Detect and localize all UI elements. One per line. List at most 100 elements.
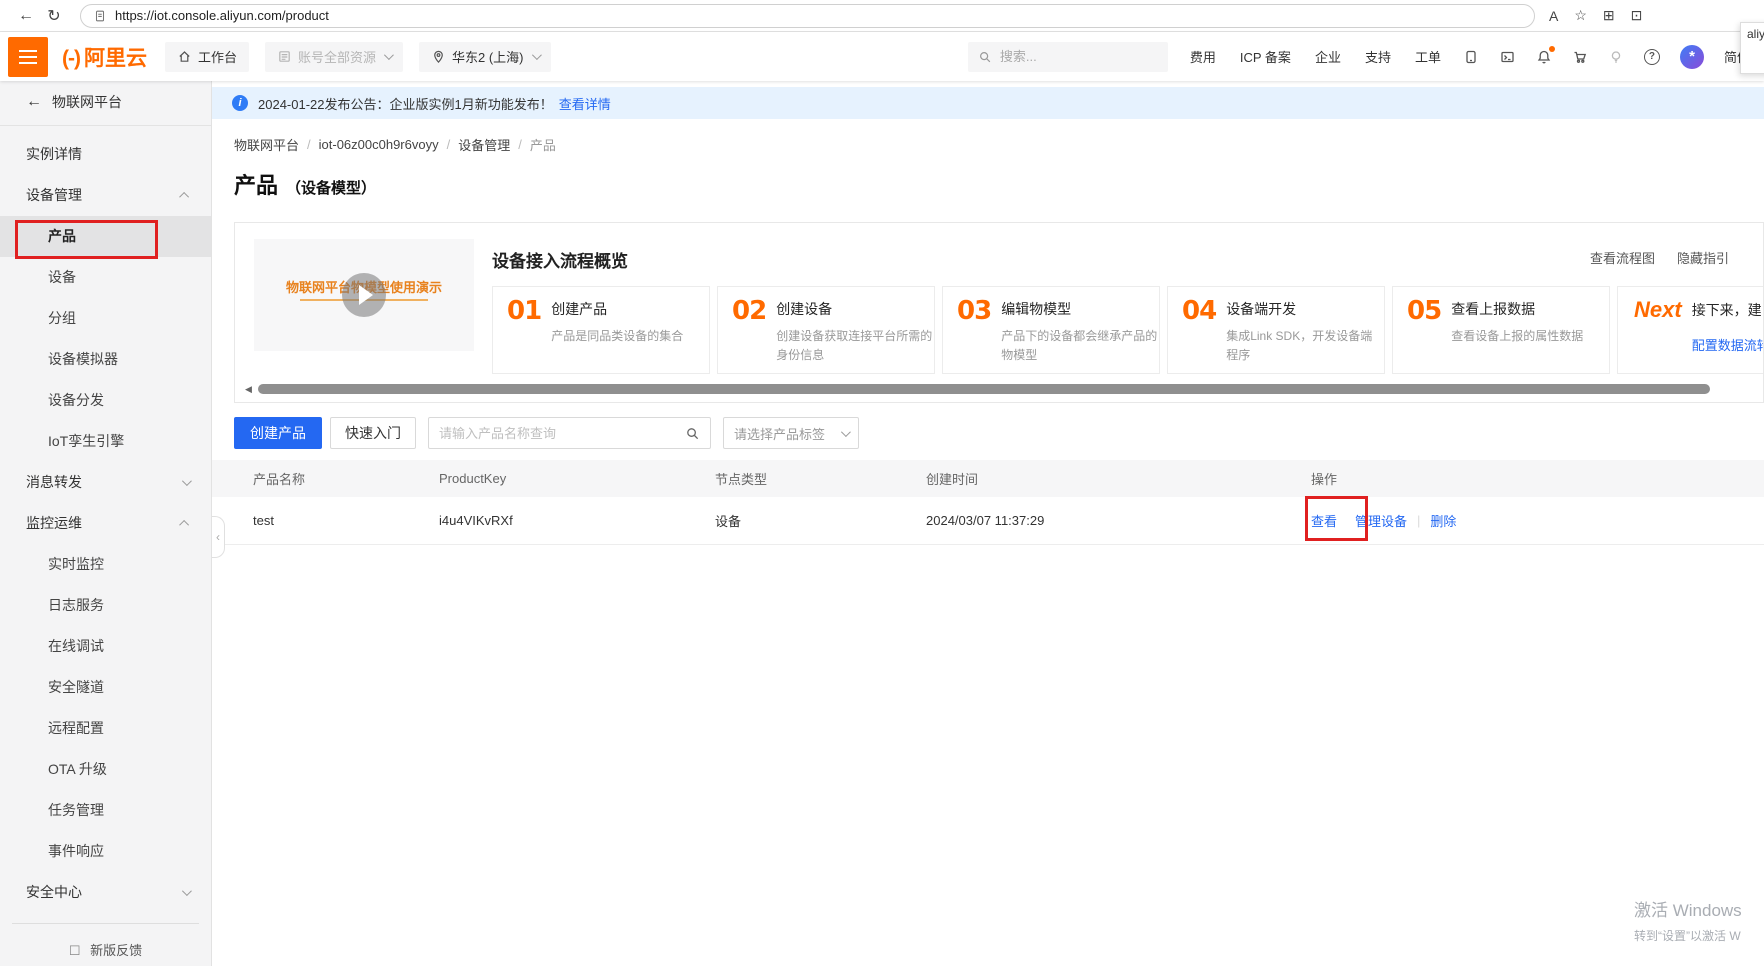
workbench-button[interactable]: 工作台 (165, 42, 249, 72)
page-root: ← ↻ https://iot.console.aliyun.com/produ… (0, 0, 1764, 966)
help-icon[interactable]: ? (1644, 49, 1660, 65)
nav-tickets[interactable]: 工单 (1415, 47, 1441, 66)
nav-icp[interactable]: ICP 备案 (1240, 47, 1291, 66)
device-access-guide-panel: 物联网平台物模型使用演示 设备接入流程概览 01 创建产品 产品是同品类设备的集… (234, 222, 1764, 403)
browser-refresh-icon[interactable]: ↻ (40, 6, 68, 26)
breadcrumb: 物联网平台 / iot-06z00c0h9r6voyy / 设备管理 / 产品 (234, 135, 1764, 154)
address-bar[interactable]: https://iot.console.aliyun.com/product (80, 4, 1535, 28)
sidebar-item-device-simulator[interactable]: 设备模拟器 (0, 339, 211, 380)
sidebar-item-iot-twin-engine[interactable]: IoT孪生引擎 (0, 421, 211, 462)
favorites-icon[interactable]: ☆ (1574, 7, 1587, 24)
sidebar-bottom-feedback[interactable]: ☐ 新版反馈 (0, 940, 211, 959)
sidebar-item-security-center[interactable]: 安全中心 (0, 872, 211, 913)
account-popup[interactable]: aliy (1740, 22, 1764, 74)
view-action-link[interactable]: 查看 (1311, 511, 1337, 530)
sidebar-item-ota-upgrade[interactable]: OTA 升级 (0, 749, 211, 790)
sidebar-item-message-forwarding[interactable]: 消息转发 (0, 462, 211, 503)
manage-devices-action-link[interactable]: 管理设备 (1355, 511, 1407, 530)
sidebar-item-remote-config[interactable]: 远程配置 (0, 708, 211, 749)
scrollbar-thumb[interactable] (258, 384, 1710, 394)
column-header-actions: 操作 (1311, 469, 1764, 488)
console-search-input[interactable] (1000, 49, 1150, 64)
cart-icon[interactable] (1572, 49, 1588, 65)
chevron-down-icon (182, 476, 192, 486)
read-aloud-icon[interactable]: A (1549, 8, 1558, 24)
account-resources-dropdown[interactable]: 账号全部资源 (265, 42, 403, 72)
guide-video-thumbnail[interactable]: 物联网平台物模型使用演示 (254, 239, 474, 351)
breadcrumb-platform[interactable]: 物联网平台 (234, 135, 299, 154)
product-search-input[interactable] (439, 426, 685, 441)
breadcrumb-current: 产品 (530, 135, 556, 154)
avatar-star-icon: * (1689, 48, 1695, 65)
banner-detail-link[interactable]: 查看详情 (559, 94, 611, 113)
hide-guide-link[interactable]: 隐藏指引 (1677, 248, 1729, 267)
create-product-button[interactable]: 创建产品 (234, 417, 322, 449)
sidebar-item-product[interactable]: 产品 (0, 216, 211, 257)
table-row: test i4u4VIKvRXf 设备 2024/03/07 11:37:29 … (212, 497, 1764, 545)
page-title: 产品 （设备模型） (234, 168, 1764, 200)
sidebar-item-realtime-monitor[interactable]: 实时监控 (0, 544, 211, 585)
avatar[interactable]: * (1680, 45, 1704, 69)
cell-product-key: i4u4VIKvRXf (439, 513, 715, 528)
breadcrumb-instance[interactable]: iot-06z00c0h9r6voyy (319, 137, 439, 152)
guide-horizontal-scrollbar[interactable]: ◀ (245, 383, 1763, 395)
nav-support[interactable]: 支持 (1365, 47, 1391, 66)
sidebar-item-monitoring-ops[interactable]: 监控运维 (0, 503, 211, 544)
region-dropdown[interactable]: 华东2 (上海) (419, 42, 551, 72)
play-icon[interactable] (342, 273, 386, 317)
notification-bell-icon[interactable] (1536, 49, 1552, 65)
product-tag-select[interactable]: 请选择产品标签 (723, 417, 859, 449)
browser-profile-icon[interactable]: ⊡ (1631, 7, 1643, 24)
browser-back-icon[interactable]: ← (12, 7, 40, 25)
aliyun-logo[interactable]: (-) 阿里云 (62, 42, 147, 72)
sidebar-item-task-management[interactable]: 任务管理 (0, 790, 211, 831)
sidebar: ← 物联网平台 实例详情 设备管理 产品 设备 分组 设备模拟器 设备分发 Io… (0, 81, 212, 966)
cell-created-time: 2024/03/07 11:37:29 (926, 513, 1311, 528)
sidebar-item-online-debug[interactable]: 在线调试 (0, 626, 211, 667)
configure-data-forwarding-link[interactable]: 配置数据流转 (1692, 335, 1764, 354)
resources-icon (277, 49, 292, 64)
lightbulb-icon[interactable] (1608, 49, 1624, 65)
nav-enterprise[interactable]: 企业 (1315, 47, 1341, 66)
sidebar-item-log-service[interactable]: 日志服务 (0, 585, 211, 626)
app-icon[interactable] (1463, 49, 1479, 65)
windows-activation-watermark: 激活 Windows 转到“设置”以激活 W (1634, 896, 1742, 944)
nav-billing[interactable]: 费用 (1190, 47, 1216, 66)
console-search[interactable] (968, 42, 1168, 72)
sidebar-item-group[interactable]: 分组 (0, 298, 211, 339)
product-search[interactable] (428, 417, 711, 449)
sidebar-item-secure-tunnel[interactable]: 安全隧道 (0, 667, 211, 708)
guide-step-view-data[interactable]: 05 查看上报数据 查看设备上报的属性数据 (1392, 286, 1610, 374)
divider (12, 923, 199, 924)
chevron-up-icon (179, 520, 189, 530)
view-flowchart-link[interactable]: 查看流程图 (1590, 248, 1655, 267)
sidebar-item-instance-details[interactable]: 实例详情 (0, 134, 211, 175)
product-table: 产品名称 ProductKey 节点类型 创建时间 操作 test i4u4VI… (212, 460, 1764, 545)
terminal-icon[interactable] (1499, 49, 1516, 65)
search-icon[interactable] (685, 426, 700, 441)
delete-action-link[interactable]: 删除 (1430, 511, 1456, 530)
guide-step-edit-thing-model[interactable]: 03 编辑物模型 产品下的设备都会继承产品的物模型 (942, 286, 1160, 374)
announcement-banner: i 2024-01-22发布公告：企业版实例1月新功能发布！ 查看详情 (212, 87, 1764, 119)
breadcrumb-device-management[interactable]: 设备管理 (458, 135, 510, 154)
menu-icon[interactable] (8, 37, 48, 77)
info-icon: i (232, 95, 248, 111)
chevron-down-icon (182, 886, 192, 896)
sidebar-item-event-response[interactable]: 事件响应 (0, 831, 211, 872)
guide-step-device-development[interactable]: 04 设备端开发 集成Link SDK，开发设备端程序 (1167, 286, 1385, 374)
guide-step-next[interactable]: Next 接下来，建 配置数据流转 (1617, 286, 1764, 374)
sidebar-item-device[interactable]: 设备 (0, 257, 211, 298)
guide-heading: 设备接入流程概览 (492, 247, 1764, 272)
sidebar-item-device-management[interactable]: 设备管理 (0, 175, 211, 216)
sidebar-collapse-handle[interactable]: ‹ (212, 516, 225, 558)
quickstart-button[interactable]: 快速入门 (330, 417, 416, 449)
sidebar-item-device-distribution[interactable]: 设备分发 (0, 380, 211, 421)
location-pin-icon (431, 49, 446, 64)
guide-step-create-device[interactable]: 02 创建设备 创建设备获取连接平台所需的身份信息 (717, 286, 935, 374)
column-header-name: 产品名称 (212, 469, 439, 488)
guide-step-create-product[interactable]: 01 创建产品 产品是同品类设备的集合 (492, 286, 710, 374)
scroll-left-icon: ◀ (245, 384, 252, 395)
sidebar-back-title[interactable]: ← 物联网平台 (0, 81, 211, 123)
column-header-created: 创建时间 (926, 469, 1311, 488)
collections-icon[interactable]: ⊞ (1603, 7, 1615, 24)
